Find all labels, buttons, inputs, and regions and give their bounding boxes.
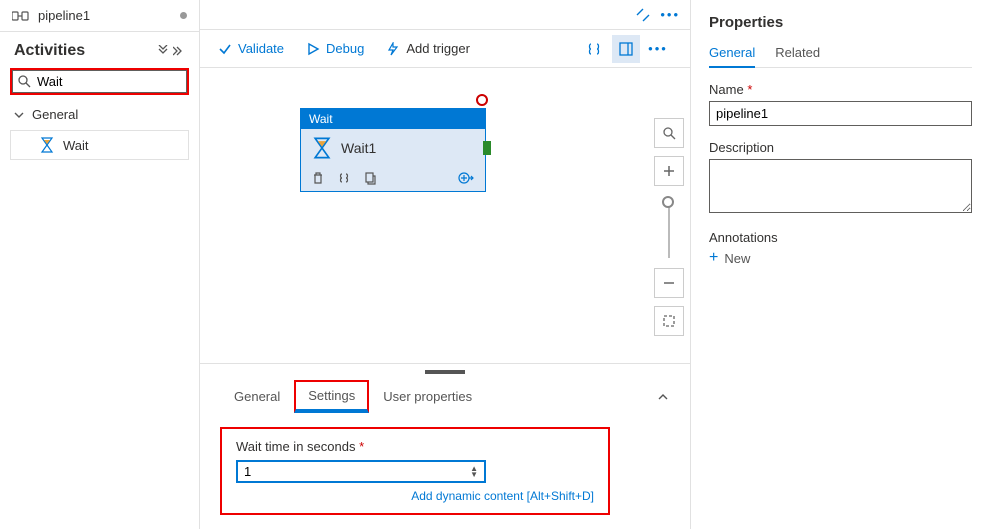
name-field: Name * (709, 82, 972, 126)
activity-label: Wait (63, 138, 89, 153)
hourglass-icon (39, 137, 55, 153)
number-spinner[interactable]: ▲▼ (470, 466, 478, 478)
delete-icon[interactable] (311, 171, 325, 185)
activity-item-wait[interactable]: Wait (10, 130, 189, 160)
collapse-panel-icon[interactable] (656, 390, 670, 404)
wait-time-input-wrap: ▲▼ (236, 460, 486, 483)
toolbar-more-icon[interactable]: ••• (644, 35, 672, 63)
name-label: Name * (709, 82, 972, 97)
canvas-search-button[interactable] (654, 118, 684, 148)
zoom-slider[interactable] (668, 198, 670, 258)
description-textarea[interactable] (709, 159, 972, 213)
canvas-controls (648, 68, 690, 363)
activities-header: Activities (0, 32, 199, 66)
node-success-connector[interactable] (483, 141, 491, 155)
props-tab-general[interactable]: General (709, 45, 755, 68)
new-label: New (724, 251, 750, 266)
node-header: Wait (301, 109, 485, 129)
search-icon (17, 74, 31, 88)
properties-panel: Properties General Related Name * Descri… (690, 0, 990, 529)
activities-group-general[interactable]: General (0, 101, 199, 128)
node-body: Wait1 (301, 129, 485, 167)
chevron-down-icon (14, 110, 26, 120)
bottom-panel: General Settings User properties Wait ti… (200, 363, 690, 529)
properties-title: Properties (709, 14, 972, 31)
tab-settings[interactable]: Settings (294, 380, 369, 413)
search-highlight (10, 68, 189, 95)
wait-time-label: Wait time in seconds * (236, 439, 594, 454)
plus-icon: + (709, 249, 718, 267)
add-trigger-label: Add trigger (406, 41, 470, 56)
name-input[interactable] (709, 101, 972, 126)
zoom-in-button[interactable] (654, 156, 684, 186)
unsaved-indicator-icon (180, 12, 187, 19)
node-name: Wait1 (341, 140, 376, 156)
code-view-button[interactable] (580, 35, 608, 63)
code-icon[interactable] (337, 171, 351, 185)
pipeline-icon (12, 9, 30, 23)
editor-title-bar: ••• (200, 0, 690, 30)
props-tab-related[interactable]: Related (775, 45, 820, 67)
collapse-panel-icon[interactable] (173, 45, 185, 57)
node-footer (301, 167, 485, 191)
pipeline-canvas[interactable]: Wait Wait1 (200, 68, 648, 363)
bottom-tabs: General Settings User properties (220, 380, 670, 413)
wait-time-input[interactable] (244, 464, 470, 479)
tab-general[interactable]: General (220, 381, 294, 412)
toolbar: Validate Debug Add trigger ••• (200, 30, 690, 68)
validation-error-icon[interactable] (476, 94, 488, 106)
collapse-all-icon[interactable] (157, 45, 169, 57)
debug-button[interactable]: Debug (306, 41, 364, 56)
settings-form-highlight: Wait time in seconds * ▲▼ Add dynamic co… (220, 427, 610, 515)
properties-toggle-button[interactable] (612, 35, 640, 63)
expand-icon[interactable] (636, 8, 650, 22)
zoom-slider-thumb[interactable] (662, 196, 674, 208)
validate-button[interactable]: Validate (218, 41, 284, 56)
sidebar: pipeline1 Activities General (0, 0, 200, 529)
add-annotation-button[interactable]: + New (709, 249, 972, 267)
copy-icon[interactable] (363, 171, 377, 185)
group-label: General (32, 107, 78, 122)
more-menu-icon[interactable]: ••• (660, 7, 680, 22)
annotations-label: Annotations (709, 230, 972, 245)
panel-drag-handle[interactable] (425, 370, 465, 374)
add-output-icon[interactable] (457, 171, 475, 185)
annotations-field: Annotations + New (709, 230, 972, 267)
description-label: Description (709, 140, 972, 155)
tab-user-properties[interactable]: User properties (369, 381, 486, 412)
sidebar-header: pipeline1 (0, 0, 199, 32)
activities-search-input[interactable] (12, 70, 187, 93)
properties-tabs: General Related (709, 45, 972, 68)
activity-node-wait1[interactable]: Wait Wait1 (300, 108, 486, 192)
add-trigger-button[interactable]: Add trigger (386, 41, 470, 56)
pipeline-title[interactable]: pipeline1 (38, 8, 90, 23)
hourglass-icon (311, 137, 333, 159)
validate-label: Validate (238, 41, 284, 56)
activities-title: Activities (14, 42, 157, 60)
debug-label: Debug (326, 41, 364, 56)
main-area: ••• Validate Debug Add trigger ••• (200, 0, 690, 529)
zoom-out-button[interactable] (654, 268, 684, 298)
add-dynamic-content-link[interactable]: Add dynamic content [Alt+Shift+D] (236, 489, 594, 503)
fit-screen-button[interactable] (654, 306, 684, 336)
description-field: Description (709, 140, 972, 216)
